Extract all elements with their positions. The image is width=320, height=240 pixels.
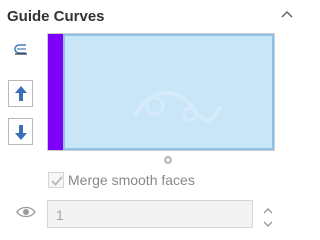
- selection-box[interactable]: [63, 34, 274, 150]
- chevron-up-icon[interactable]: [280, 8, 294, 22]
- eye-icon[interactable]: [16, 205, 36, 219]
- spin-down-icon[interactable]: [262, 216, 274, 227]
- guide-curves-list[interactable]: [47, 33, 275, 151]
- tangency-value: 1: [56, 207, 64, 223]
- spin-up-icon[interactable]: [262, 203, 274, 214]
- guide-curve-icon[interactable]: [11, 40, 31, 60]
- panel-header[interactable]: Guide Curves: [0, 0, 300, 32]
- selection-color-bar: [48, 34, 63, 150]
- merge-smooth-faces-checkbox[interactable]: [48, 172, 64, 188]
- tangency-spin-field[interactable]: 1: [47, 200, 253, 228]
- panel-title: Guide Curves: [7, 8, 105, 25]
- move-up-button[interactable]: [8, 80, 33, 107]
- list-resize-handle[interactable]: [164, 151, 172, 164]
- arrow-down-icon: [15, 125, 27, 140]
- merge-smooth-faces-label: Merge smooth faces: [68, 172, 195, 188]
- arrow-up-icon: [15, 86, 27, 101]
- check-icon: [51, 176, 63, 186]
- watermark-image: [133, 90, 222, 122]
- move-down-button[interactable]: [8, 118, 33, 145]
